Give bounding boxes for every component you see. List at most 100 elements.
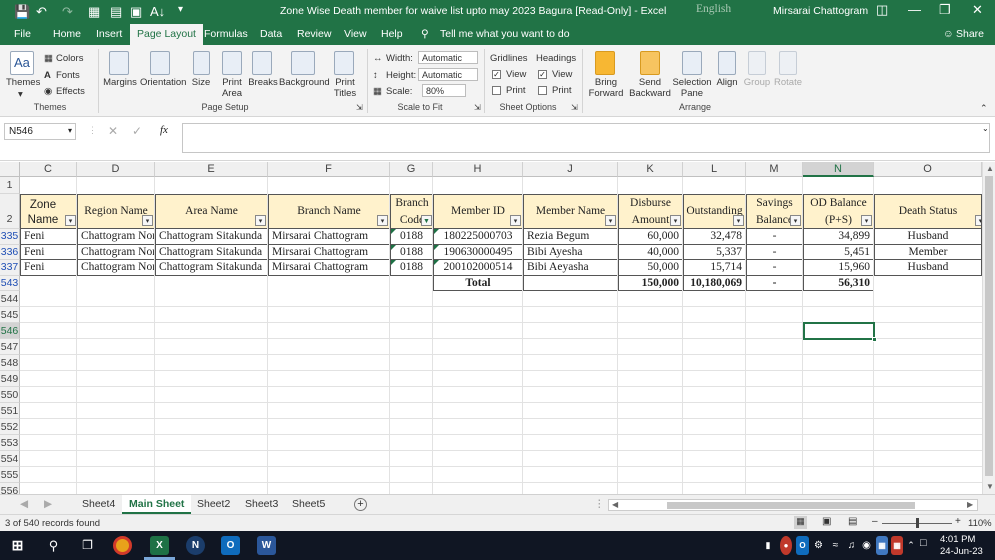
windows-start-icon[interactable]: ⊞ [8, 536, 27, 555]
background-icon[interactable] [291, 51, 315, 75]
grid-row[interactable] [20, 435, 982, 451]
margins-button[interactable]: Margins [102, 77, 138, 88]
filter-dropdown-icon[interactable]: ▾ [510, 215, 521, 226]
data-cell[interactable]: - [746, 260, 803, 276]
tray-app-icon[interactable]: ● [780, 536, 792, 555]
enter-icon[interactable]: ✓ [132, 124, 142, 138]
next-sheet-icon[interactable]: ▶ [44, 498, 52, 510]
data-cell[interactable]: 32,478 [683, 229, 746, 245]
margins-icon[interactable] [109, 51, 129, 75]
row-header[interactable]: 552 [0, 419, 20, 435]
data-cell[interactable]: Feni [20, 260, 77, 276]
name-box-dropdown-icon[interactable]: ▾ [68, 126, 72, 135]
data-cell[interactable]: 200102000514 [433, 260, 523, 276]
outlook-icon[interactable]: O [221, 536, 240, 555]
themes-button[interactable]: Themes [6, 77, 40, 88]
total-cell[interactable]: - [746, 275, 803, 291]
column-header-d[interactable]: D [77, 162, 155, 177]
data-cell[interactable]: 40,000 [618, 244, 683, 260]
data-cell[interactable]: Mirsarai Chattogram [268, 244, 390, 260]
total-cell[interactable]: 10,180,069 [683, 275, 746, 291]
effects-button[interactable]: Effects [56, 86, 85, 97]
data-cell[interactable]: Chattogram North [77, 244, 155, 260]
group-button[interactable]: Group [742, 77, 772, 88]
row-header[interactable]: 549 [0, 371, 20, 387]
tab-file[interactable]: File [14, 28, 31, 40]
print-preview-icon[interactable]: ▤ [110, 4, 122, 20]
filter-dropdown-icon[interactable]: ▾ [861, 215, 872, 226]
row-header[interactable]: 556 [0, 483, 20, 494]
row-header[interactable]: 544 [0, 291, 20, 307]
row-header[interactable]: 1 [0, 177, 20, 194]
themes-icon[interactable]: Aa [10, 51, 34, 75]
selection-pane-button[interactable]: Selection Pane [672, 77, 712, 99]
tell-me-search[interactable]: Tell me what you want to do [440, 28, 570, 40]
align-icon[interactable] [718, 51, 736, 75]
data-cell[interactable]: Chattogram Sitakunda [155, 260, 268, 276]
data-cell[interactable]: 0188 [390, 260, 433, 276]
column-header-m[interactable]: M [746, 162, 803, 177]
bring-forward-icon[interactable] [595, 51, 615, 75]
data-cell[interactable]: Chattogram North [77, 260, 155, 276]
save-icon[interactable]: 💾 [14, 4, 30, 20]
cancel-icon[interactable]: ✕ [108, 124, 118, 138]
customize-qat-icon[interactable]: ▾ [178, 4, 183, 15]
row-header[interactable]: 553 [0, 435, 20, 451]
data-cell[interactable]: Mirsarai Chattogram [268, 260, 390, 276]
colors-button[interactable]: Colors [56, 53, 83, 64]
expand-formula-icon[interactable]: ⌄ [982, 124, 989, 133]
formula-input[interactable] [182, 123, 990, 153]
search-icon[interactable]: ⚲ [44, 536, 63, 555]
ime-icon[interactable]: ◉ [860, 536, 873, 555]
sheet-options-launcher-icon[interactable]: ⇲ [571, 103, 578, 112]
filter-dropdown-icon[interactable]: ▾ [790, 215, 801, 226]
data-cell[interactable]: Member [874, 244, 982, 260]
redo-icon[interactable]: ↷ [62, 4, 73, 20]
tab-data[interactable]: Data [260, 28, 282, 40]
page-layout-view-icon[interactable]: ▣ [822, 516, 831, 527]
zoom-level[interactable]: 110% [968, 518, 992, 529]
data-cell[interactable]: - [746, 244, 803, 260]
rotate-button[interactable]: Rotate [774, 77, 802, 88]
height-select[interactable]: Automatic [418, 68, 478, 81]
background-button[interactable]: Background [279, 77, 330, 88]
row-header[interactable]: 543 [0, 275, 20, 291]
language-indicator[interactable]: English [676, 3, 756, 20]
tab-split-grip-icon[interactable]: ⋮ [594, 498, 605, 510]
grid-row[interactable] [20, 387, 982, 403]
tray-battery-icon[interactable]: ▮ [762, 536, 774, 555]
send-backward-icon[interactable] [640, 51, 660, 75]
row-header[interactable]: 548 [0, 355, 20, 371]
data-cell[interactable]: Rezia Begum [523, 229, 618, 245]
data-cell[interactable]: Chattogram North [77, 229, 155, 245]
grid-row[interactable] [20, 451, 982, 467]
data-cell[interactable]: 180225000703 [433, 229, 523, 245]
row-header[interactable]: 2 [0, 194, 20, 229]
print-titles-icon[interactable] [334, 51, 354, 75]
size-button[interactable]: Size [190, 77, 212, 88]
row-header[interactable]: 551 [0, 403, 20, 419]
tray-expand-icon[interactable]: ⌃ [905, 536, 917, 555]
data-cell[interactable]: 15,960 [803, 260, 874, 276]
column-header-f[interactable]: F [268, 162, 390, 177]
orientation-button[interactable]: Orientation [140, 77, 186, 88]
row-header[interactable]: 337 [0, 260, 20, 276]
quick-access-icon[interactable]: ▦ [88, 4, 100, 20]
headings-view-checkbox[interactable] [538, 70, 547, 79]
tray-app2-icon[interactable]: ▦ [876, 536, 888, 555]
column-header-h[interactable]: H [433, 162, 523, 177]
grid-row[interactable] [20, 355, 982, 371]
ribbon-display-icon[interactable]: ◫ [876, 2, 888, 18]
data-cell[interactable]: Husband [874, 260, 982, 276]
tab-page-layout[interactable]: Page Layout [130, 24, 203, 45]
gridlines-view-checkbox[interactable] [492, 70, 501, 79]
tab-review[interactable]: Review [297, 28, 331, 40]
rotate-icon[interactable] [779, 51, 797, 75]
width-select[interactable]: Automatic [418, 51, 478, 64]
group-objects-icon[interactable] [748, 51, 766, 75]
filter-applied-icon[interactable]: ▼ [421, 215, 432, 226]
row-header[interactable]: 335 [0, 229, 20, 245]
print-area-icon[interactable] [222, 51, 242, 75]
tab-formulas[interactable]: Formulas [204, 28, 248, 40]
row-header[interactable]: 545 [0, 307, 20, 323]
